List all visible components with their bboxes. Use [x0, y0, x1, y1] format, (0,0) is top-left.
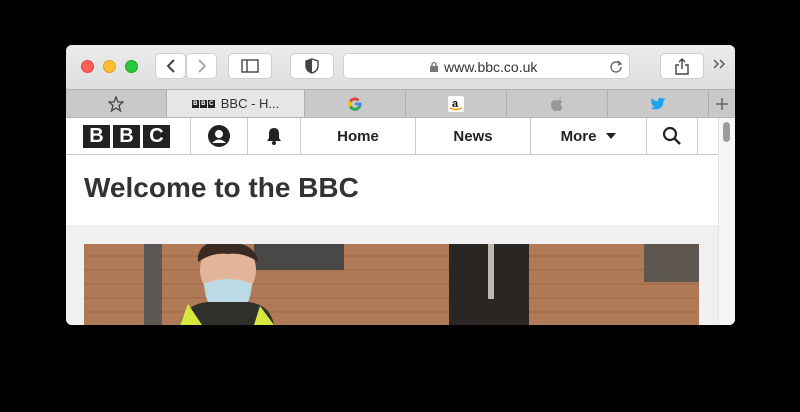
apple-favicon — [550, 96, 563, 111]
svg-text:a: a — [452, 98, 459, 110]
chevron-double-right-icon[interactable] — [712, 57, 726, 71]
chevron-right-icon — [197, 59, 206, 73]
tab-favorites[interactable] — [66, 90, 167, 117]
close-window-button[interactable] — [81, 60, 94, 73]
tab-apple[interactable] — [507, 90, 608, 117]
bbc-favicon: BBC — [191, 99, 215, 108]
nav-news[interactable]: News — [415, 118, 530, 154]
page-content: B B C Home News More Welcome to the BBC — [66, 118, 735, 325]
privacy-report-button[interactable] — [290, 53, 334, 79]
tab-title: BBC - H... — [220, 96, 280, 111]
hero-image[interactable] — [84, 244, 699, 325]
star-icon — [108, 95, 124, 112]
address-url: www.bbc.co.uk — [444, 59, 538, 75]
nav-more[interactable]: More — [530, 118, 646, 154]
search-button[interactable] — [646, 118, 698, 154]
new-tab-button[interactable] — [709, 90, 735, 117]
shield-icon — [305, 58, 319, 74]
vertical-scrollbar[interactable] — [718, 118, 735, 325]
hero-photo-masked-worker — [84, 244, 699, 325]
nav-home[interactable]: Home — [300, 118, 415, 154]
twitter-favicon — [650, 97, 666, 109]
bbc-logo[interactable]: B B C — [83, 125, 170, 148]
bbc-nav-bar: B B C Home News More — [66, 118, 718, 155]
google-favicon — [348, 96, 362, 111]
chevron-left-icon — [166, 59, 175, 73]
sidebar-toggle-button[interactable] — [228, 53, 272, 79]
scrollbar-thumb[interactable] — [723, 122, 730, 142]
share-icon — [675, 57, 689, 75]
bell-icon — [267, 128, 281, 145]
account-icon — [208, 125, 230, 147]
back-button[interactable] — [155, 53, 186, 79]
amazon-favicon: a — [448, 95, 464, 112]
welcome-section: Welcome to the BBC — [66, 155, 718, 225]
address-bar[interactable]: www.bbc.co.uk — [343, 53, 630, 79]
tab-google[interactable] — [305, 90, 406, 117]
sidebar-icon — [241, 59, 259, 73]
browser-toolbar: www.bbc.co.uk — [66, 45, 735, 89]
caret-down-icon — [606, 133, 617, 139]
notifications-button[interactable] — [247, 118, 300, 154]
tab-bar: BBC BBC - H... a — [66, 89, 735, 118]
forward-button[interactable] — [186, 53, 217, 79]
share-button[interactable] — [660, 53, 704, 79]
zoom-window-button[interactable] — [125, 60, 138, 73]
reload-icon[interactable] — [609, 59, 623, 73]
browser-window: www.bbc.co.uk BBC BBC - H... a B B C Hom… — [66, 45, 735, 325]
plus-icon — [716, 97, 728, 110]
tab-bbc[interactable]: BBC BBC - H... — [167, 90, 305, 117]
lock-icon — [430, 61, 438, 72]
tab-twitter[interactable] — [608, 90, 709, 117]
tab-amazon[interactable]: a — [406, 90, 507, 117]
search-icon — [662, 126, 681, 145]
minimize-window-button[interactable] — [103, 60, 116, 73]
welcome-heading: Welcome to the BBC — [84, 172, 359, 203]
account-button[interactable] — [190, 118, 247, 154]
